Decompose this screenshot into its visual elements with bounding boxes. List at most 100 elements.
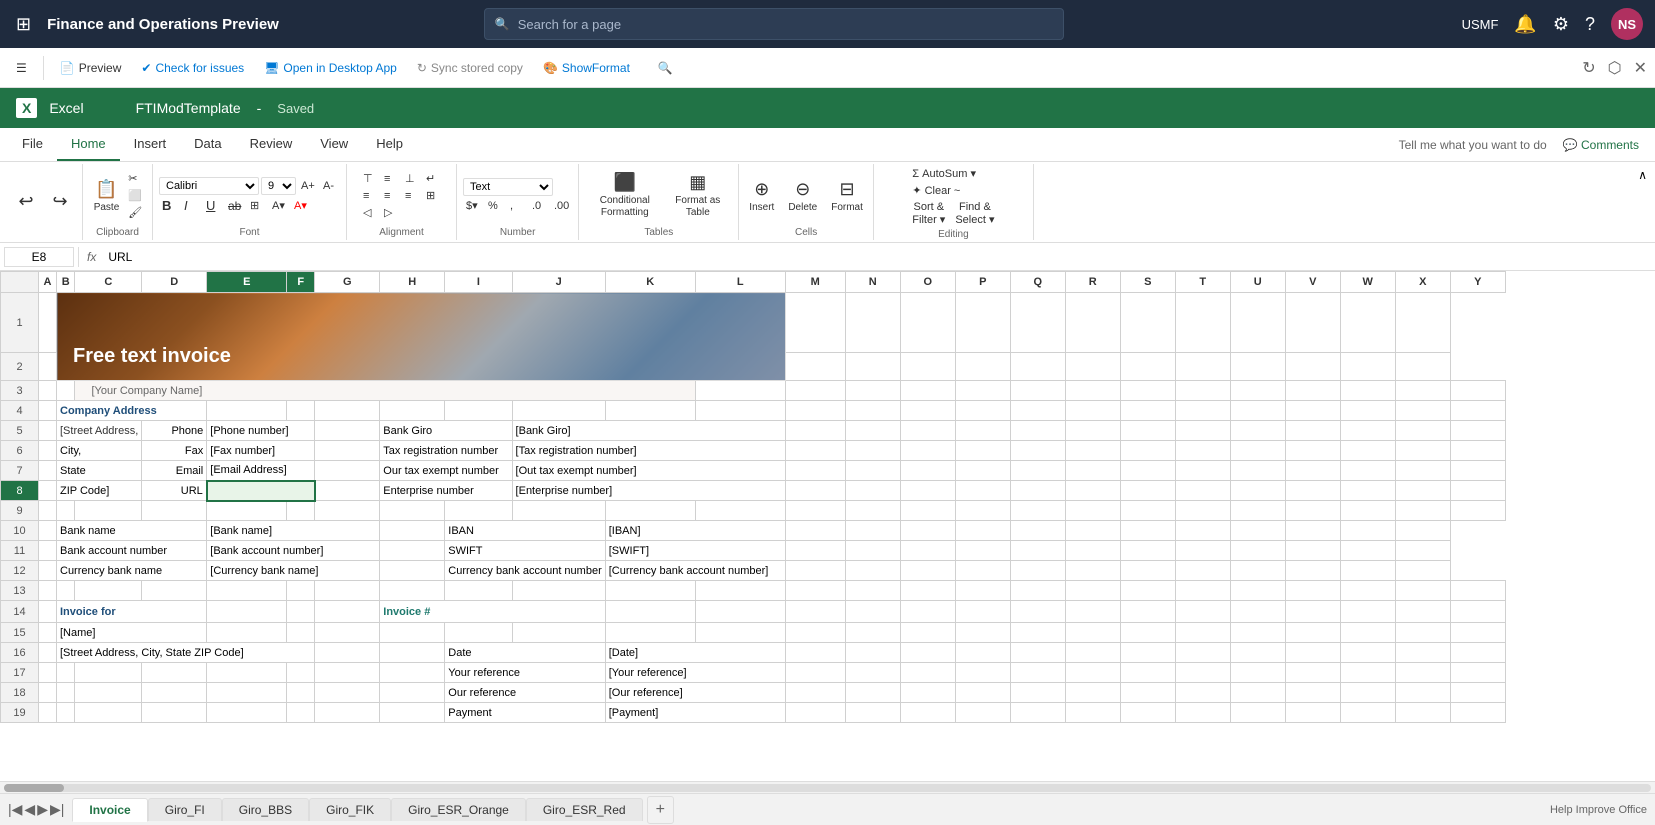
cell-M13[interactable] bbox=[785, 581, 845, 601]
cell-invoice-for-label[interactable]: Invoice for bbox=[57, 601, 207, 623]
cell-O8[interactable] bbox=[900, 481, 955, 501]
cell-U8[interactable] bbox=[1230, 481, 1285, 501]
align-middle-button[interactable]: ≡ bbox=[381, 171, 401, 186]
cell-Y10[interactable] bbox=[1395, 521, 1450, 541]
col-header-C[interactable]: C bbox=[75, 272, 142, 293]
cell-A4[interactable] bbox=[39, 401, 57, 421]
cell-F18[interactable] bbox=[287, 683, 315, 703]
cell-O7[interactable] bbox=[900, 461, 955, 481]
cell-D9[interactable] bbox=[142, 501, 207, 521]
company-address-label[interactable]: Company Address bbox=[57, 401, 207, 421]
cell-R9[interactable] bbox=[1065, 501, 1120, 521]
cell-L4[interactable] bbox=[695, 401, 785, 421]
cell-U16[interactable] bbox=[1230, 643, 1285, 663]
cell-Q13[interactable] bbox=[1010, 581, 1065, 601]
cell-Q1[interactable] bbox=[955, 293, 1010, 353]
tab-review[interactable]: Review bbox=[236, 128, 307, 161]
cell-N17[interactable] bbox=[845, 663, 900, 683]
popout-icon[interactable]: ⬡ bbox=[1608, 58, 1622, 78]
notification-icon[interactable]: 🔔 bbox=[1514, 14, 1536, 35]
cell-U6[interactable] bbox=[1230, 441, 1285, 461]
cell-V6[interactable] bbox=[1285, 441, 1340, 461]
tab-data[interactable]: Data bbox=[180, 128, 235, 161]
cell-U18[interactable] bbox=[1230, 683, 1285, 703]
col-header-K[interactable]: K bbox=[605, 272, 695, 293]
clear-button[interactable]: ✦ Clear ~ bbox=[909, 183, 997, 198]
col-header-H[interactable]: H bbox=[380, 272, 445, 293]
cell-Q9[interactable] bbox=[1010, 501, 1065, 521]
cell-L14[interactable] bbox=[695, 601, 785, 623]
cell-V8[interactable] bbox=[1285, 481, 1340, 501]
cell-V4[interactable] bbox=[1285, 401, 1340, 421]
cell-Y9[interactable] bbox=[1450, 501, 1505, 521]
cell-Y19[interactable] bbox=[1450, 703, 1505, 723]
cell-enterprise-value[interactable]: [Enterprise number] bbox=[512, 481, 785, 501]
format-as-table-button[interactable]: ▦ Format as Table bbox=[668, 170, 728, 221]
font-color-button[interactable]: A▾ bbox=[291, 198, 311, 213]
col-header-O[interactable]: O bbox=[900, 272, 955, 293]
cell-W3[interactable] bbox=[1340, 381, 1395, 401]
cell-D13[interactable] bbox=[142, 581, 207, 601]
cell-A12[interactable] bbox=[39, 561, 57, 581]
cell-Q10[interactable] bbox=[955, 521, 1010, 541]
cell-tax-reg-value[interactable]: [Tax registration number] bbox=[512, 441, 785, 461]
cell-N7[interactable] bbox=[845, 461, 900, 481]
cell-S19[interactable] bbox=[1120, 703, 1175, 723]
cell-Y13[interactable] bbox=[1450, 581, 1505, 601]
cell-N12[interactable] bbox=[785, 561, 845, 581]
col-header-R[interactable]: R bbox=[1065, 272, 1120, 293]
cell-I15[interactable] bbox=[445, 623, 512, 643]
cell-tax-exempt-value[interactable]: [Out tax exempt number] bbox=[512, 461, 785, 481]
cell-G18[interactable] bbox=[315, 683, 380, 703]
cell-V1[interactable] bbox=[1230, 293, 1285, 353]
cell-E19[interactable] bbox=[207, 703, 287, 723]
cell-J13[interactable] bbox=[512, 581, 605, 601]
cell-B13[interactable] bbox=[57, 581, 75, 601]
dec-dec-button[interactable]: .00 bbox=[551, 199, 572, 213]
cell-X13[interactable] bbox=[1395, 581, 1450, 601]
cell-date-value[interactable]: [Date] bbox=[605, 643, 785, 663]
cell-Y17[interactable] bbox=[1450, 663, 1505, 683]
cell-X6[interactable] bbox=[1395, 441, 1450, 461]
col-header-T[interactable]: T bbox=[1175, 272, 1230, 293]
cell-O1[interactable] bbox=[845, 293, 900, 353]
cell-email-value[interactable]: [Email Address] bbox=[207, 461, 315, 481]
nav-next-icon[interactable]: ▶ bbox=[37, 801, 48, 818]
cell-X7[interactable] bbox=[1395, 461, 1450, 481]
cell-R4[interactable] bbox=[1065, 401, 1120, 421]
cell-Y6[interactable] bbox=[1450, 441, 1505, 461]
cell-V9[interactable] bbox=[1285, 501, 1340, 521]
cell-payment-value[interactable]: [Payment] bbox=[605, 703, 785, 723]
cell-fax-label[interactable]: Fax bbox=[142, 441, 207, 461]
cell-W1[interactable] bbox=[1285, 293, 1340, 353]
cell-our-ref-value[interactable]: [Our reference] bbox=[605, 683, 785, 703]
cell-P16[interactable] bbox=[955, 643, 1010, 663]
tell-me-input[interactable]: Tell me what you want to do bbox=[1391, 134, 1555, 156]
cell-V5[interactable] bbox=[1285, 421, 1340, 441]
cell-P14[interactable] bbox=[955, 601, 1010, 623]
cell-R8[interactable] bbox=[1065, 481, 1120, 501]
cell-T12[interactable] bbox=[1120, 561, 1175, 581]
cell-X16[interactable] bbox=[1395, 643, 1450, 663]
cell-J15[interactable] bbox=[512, 623, 605, 643]
cell-W6[interactable] bbox=[1340, 441, 1395, 461]
cell-P15[interactable] bbox=[955, 623, 1010, 643]
cell-T14[interactable] bbox=[1175, 601, 1230, 623]
cell-O9[interactable] bbox=[900, 501, 955, 521]
undo-button[interactable]: ↩ bbox=[10, 189, 42, 214]
cell-T6[interactable] bbox=[1175, 441, 1230, 461]
cell-E9[interactable] bbox=[207, 501, 287, 521]
cell-I4[interactable] bbox=[445, 401, 512, 421]
cell-E15[interactable] bbox=[207, 623, 287, 643]
align-top-button[interactable]: ⊤ bbox=[360, 171, 380, 186]
cell-K4[interactable] bbox=[605, 401, 695, 421]
cell-M18[interactable] bbox=[785, 683, 845, 703]
align-right-button[interactable]: ≡ bbox=[402, 188, 422, 203]
cell-X8[interactable] bbox=[1395, 481, 1450, 501]
cell-R14[interactable] bbox=[1065, 601, 1120, 623]
cell-currency-bank-label[interactable]: Currency bank name bbox=[57, 561, 207, 581]
tab-file[interactable]: File bbox=[8, 128, 57, 161]
cell-V16[interactable] bbox=[1285, 643, 1340, 663]
cell-X10[interactable] bbox=[1340, 521, 1395, 541]
cell-X11[interactable] bbox=[1340, 541, 1395, 561]
